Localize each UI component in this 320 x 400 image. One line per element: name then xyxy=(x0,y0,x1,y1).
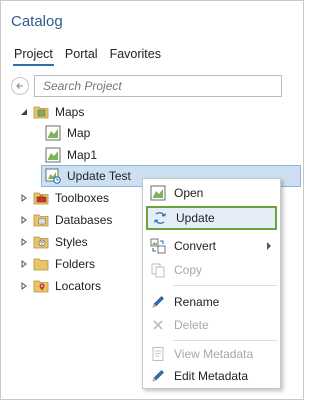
menu-item-rename[interactable]: Rename xyxy=(146,290,277,314)
pane-title: Catalog xyxy=(11,13,63,30)
menu-item-open[interactable]: Open xyxy=(146,181,277,205)
back-button[interactable] xyxy=(11,77,29,95)
tree-item-styles[interactable]: Styles xyxy=(19,231,88,253)
tree-item-folders[interactable]: Folders xyxy=(19,253,95,275)
menu-item-label: Edit Metadata xyxy=(174,369,249,383)
database-folder-icon xyxy=(33,212,49,228)
tree-item-label: Map xyxy=(67,126,91,140)
menu-item-edit-metadata[interactable]: Edit Metadata xyxy=(146,364,277,388)
submenu-arrow-icon xyxy=(267,242,271,250)
edit-metadata-icon xyxy=(149,367,167,385)
menu-item-update[interactable]: Update xyxy=(146,206,277,230)
rename-pencil-icon xyxy=(149,293,167,311)
maps-folder-icon xyxy=(33,104,49,120)
tree-item-label: Folders xyxy=(55,257,96,271)
tree-item-map[interactable]: Map xyxy=(45,122,90,144)
menu-item-label: Convert xyxy=(174,239,217,253)
menu-item-copy[interactable]: Copy xyxy=(146,258,277,282)
collapsed-triangle-icon[interactable] xyxy=(19,193,29,203)
search-toolbar xyxy=(11,75,282,97)
collapsed-triangle-icon[interactable] xyxy=(19,237,29,247)
delete-x-icon xyxy=(149,316,167,334)
menu-item-convert[interactable]: Convert xyxy=(146,234,277,258)
tree-item-label: Maps xyxy=(55,105,85,119)
search-input[interactable] xyxy=(34,75,282,97)
convert-icon xyxy=(149,237,167,255)
tree-item-toolboxes[interactable]: Toolboxes xyxy=(19,187,109,209)
tree-item-databases[interactable]: Databases xyxy=(19,209,112,231)
catalog-pane: Catalog Project Portal Favorites Maps xyxy=(0,0,304,400)
menu-item-label: Update xyxy=(176,211,215,225)
tree-item-label: Toolboxes xyxy=(55,191,110,205)
folder-icon xyxy=(33,256,49,272)
menu-item-label: Rename xyxy=(174,295,220,309)
tree-item-label: Update Test xyxy=(67,169,131,183)
menu-separator xyxy=(173,285,277,286)
tab-favorites[interactable]: Favorites xyxy=(109,46,162,66)
tree-item-label: Locators xyxy=(55,279,102,293)
map-icon xyxy=(45,147,61,163)
menu-item-label: View Metadata xyxy=(174,347,254,361)
copy-icon xyxy=(149,261,167,279)
menu-separator xyxy=(173,340,277,341)
map-update-icon xyxy=(45,168,61,184)
menu-item-label: Open xyxy=(174,186,204,200)
menu-item-label: Delete xyxy=(174,318,209,332)
collapsed-triangle-icon[interactable] xyxy=(19,259,29,269)
tab-portal[interactable]: Portal xyxy=(64,46,99,66)
collapsed-triangle-icon[interactable] xyxy=(19,215,29,225)
locator-folder-icon xyxy=(33,278,49,294)
tree-item-label: Databases xyxy=(55,213,113,227)
view-metadata-icon xyxy=(149,345,167,363)
back-arrow-icon xyxy=(16,83,23,89)
styles-folder-icon xyxy=(33,234,49,250)
update-icon xyxy=(151,209,169,227)
tree-item-locators[interactable]: Locators xyxy=(19,275,101,297)
open-map-icon xyxy=(149,184,167,202)
collapsed-triangle-icon[interactable] xyxy=(19,281,29,291)
catalog-tabs: Project Portal Favorites xyxy=(13,46,162,66)
tree-item-label: Map1 xyxy=(67,148,98,162)
menu-item-label: Copy xyxy=(174,263,203,277)
tree-item-maps[interactable]: Maps xyxy=(19,101,84,123)
expanded-triangle-icon[interactable] xyxy=(19,107,29,117)
tree-item-map1[interactable]: Map1 xyxy=(45,144,97,166)
tree-item-label: Styles xyxy=(55,235,88,249)
map-icon xyxy=(45,125,61,141)
menu-item-view-metadata[interactable]: View Metadata xyxy=(146,342,277,366)
toolbox-folder-icon xyxy=(33,190,49,206)
tab-project[interactable]: Project xyxy=(13,46,54,66)
context-menu: Open Update Convert Copy Rename Delete V… xyxy=(142,178,281,389)
menu-item-delete[interactable]: Delete xyxy=(146,313,277,337)
